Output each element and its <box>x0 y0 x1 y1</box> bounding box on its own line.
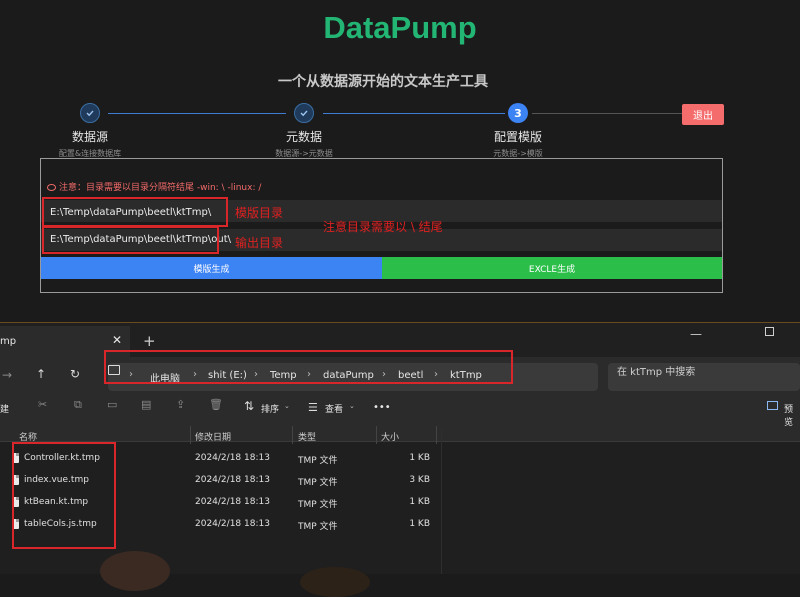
app-title: DataPump <box>323 10 477 45</box>
file-type: TMP 文件 <box>298 500 338 510</box>
file-modified: 2024/2/18 18:13 <box>195 475 270 485</box>
search-placeholder: 在 ktTmp 中搜索 <box>617 367 696 378</box>
delete-icon[interactable]: 🗑 <box>209 398 223 411</box>
step-1-title: 数据源 <box>71 130 108 144</box>
new-button[interactable]: 建 <box>0 402 9 415</box>
chevron-down-icon: ⌄ <box>349 402 355 410</box>
tab-label: mp <box>0 336 17 347</box>
more-options-button[interactable]: ••• <box>373 402 391 413</box>
column-divider[interactable] <box>292 426 293 444</box>
cut-icon[interactable]: ✂ <box>38 398 47 411</box>
step-1-check-icon <box>80 103 100 123</box>
file-modified: 2024/2/18 18:13 <box>195 519 270 529</box>
paste-icon[interactable]: ▭ <box>107 398 117 411</box>
column-divider[interactable] <box>190 426 191 444</box>
forward-icon[interactable]: → <box>2 368 12 382</box>
view-button[interactable]: 查看 <box>325 402 343 415</box>
preview-pane-icon <box>767 401 778 410</box>
column-header-size[interactable]: 大小 <box>381 430 399 443</box>
view-icon: ☰ <box>308 401 318 414</box>
pane-divider <box>441 429 442 574</box>
trailing-slash-note: 注意目录需要以 \ 结尾 <box>323 220 443 234</box>
breadcrumb-highlight <box>104 350 513 384</box>
share-icon[interactable]: ⇪ <box>176 398 185 411</box>
column-header-modified[interactable]: 修改日期 <box>195 430 231 443</box>
chevron-down-icon: ⌄ <box>284 402 290 410</box>
step-connector-3 <box>532 113 682 114</box>
output-dir-annotation: 输出目录 <box>235 236 284 250</box>
file-modified: 2024/2/18 18:13 <box>195 497 270 507</box>
step-connector-1 <box>108 113 286 114</box>
warning-text: 注意：目录需要以目录分隔符结尾 -win: \ -linux: / <box>59 183 262 193</box>
file-explorer-window: mp ✕ + — → ↑ ↻ › 此电脑 › shit (E:) › Temp … <box>0 322 800 597</box>
step-3-number: 3 <box>508 103 528 123</box>
template-dir-annotation: 模版目录 <box>235 206 284 220</box>
sort-button[interactable]: 排序 <box>261 402 279 415</box>
output-dir-highlight <box>42 226 219 254</box>
column-divider[interactable] <box>376 426 377 444</box>
file-type: TMP 文件 <box>298 522 338 532</box>
excel-generate-button[interactable]: EXCLE生成 <box>382 257 722 279</box>
background-photo-fragment <box>100 551 170 591</box>
file-size: 1 KB <box>409 497 430 507</box>
file-size: 3 KB <box>409 475 430 485</box>
file-type: TMP 文件 <box>298 456 338 466</box>
file-type: TMP 文件 <box>298 478 338 488</box>
preview-button[interactable]: 预览 <box>784 402 800 428</box>
eye-icon <box>47 184 56 191</box>
step-3-title: 配置模版 <box>493 130 542 144</box>
refresh-icon[interactable]: ↻ <box>70 367 80 381</box>
rename-icon[interactable]: ▤ <box>141 398 151 411</box>
step-2-title: 元数据 <box>285 130 322 144</box>
files-highlight <box>12 442 116 549</box>
column-divider[interactable] <box>436 426 437 444</box>
app-subtitle: 一个从数据源开始的文本生产工具 <box>278 74 488 90</box>
copy-icon[interactable]: ⧉ <box>74 398 82 412</box>
template-generate-button[interactable]: 模版生成 <box>41 257 382 279</box>
sort-icon: ⇅ <box>244 399 255 413</box>
step-2-check-icon <box>294 103 314 123</box>
up-icon[interactable]: ↑ <box>36 367 46 381</box>
column-header-type[interactable]: 类型 <box>298 430 316 443</box>
minimize-icon[interactable]: — <box>690 327 702 341</box>
step-connector-2 <box>323 113 505 114</box>
logout-button[interactable]: 退出 <box>682 104 724 125</box>
datapump-app: DataPump 一个从数据源开始的文本生产工具 3 数据源 配置&连接数据库 … <box>0 0 800 322</box>
command-bar <box>0 401 800 442</box>
directory-warning: 注意：目录需要以目录分隔符结尾 -win: \ -linux: / <box>47 180 261 193</box>
new-tab-icon[interactable]: + <box>143 332 156 350</box>
maximize-icon[interactable] <box>765 327 774 336</box>
close-tab-icon[interactable]: ✕ <box>112 333 122 347</box>
background-photo-fragment <box>300 567 370 597</box>
file-size: 1 KB <box>409 519 430 529</box>
template-dir-highlight <box>42 197 228 227</box>
file-modified: 2024/2/18 18:13 <box>195 453 270 463</box>
file-size: 1 KB <box>409 453 430 463</box>
